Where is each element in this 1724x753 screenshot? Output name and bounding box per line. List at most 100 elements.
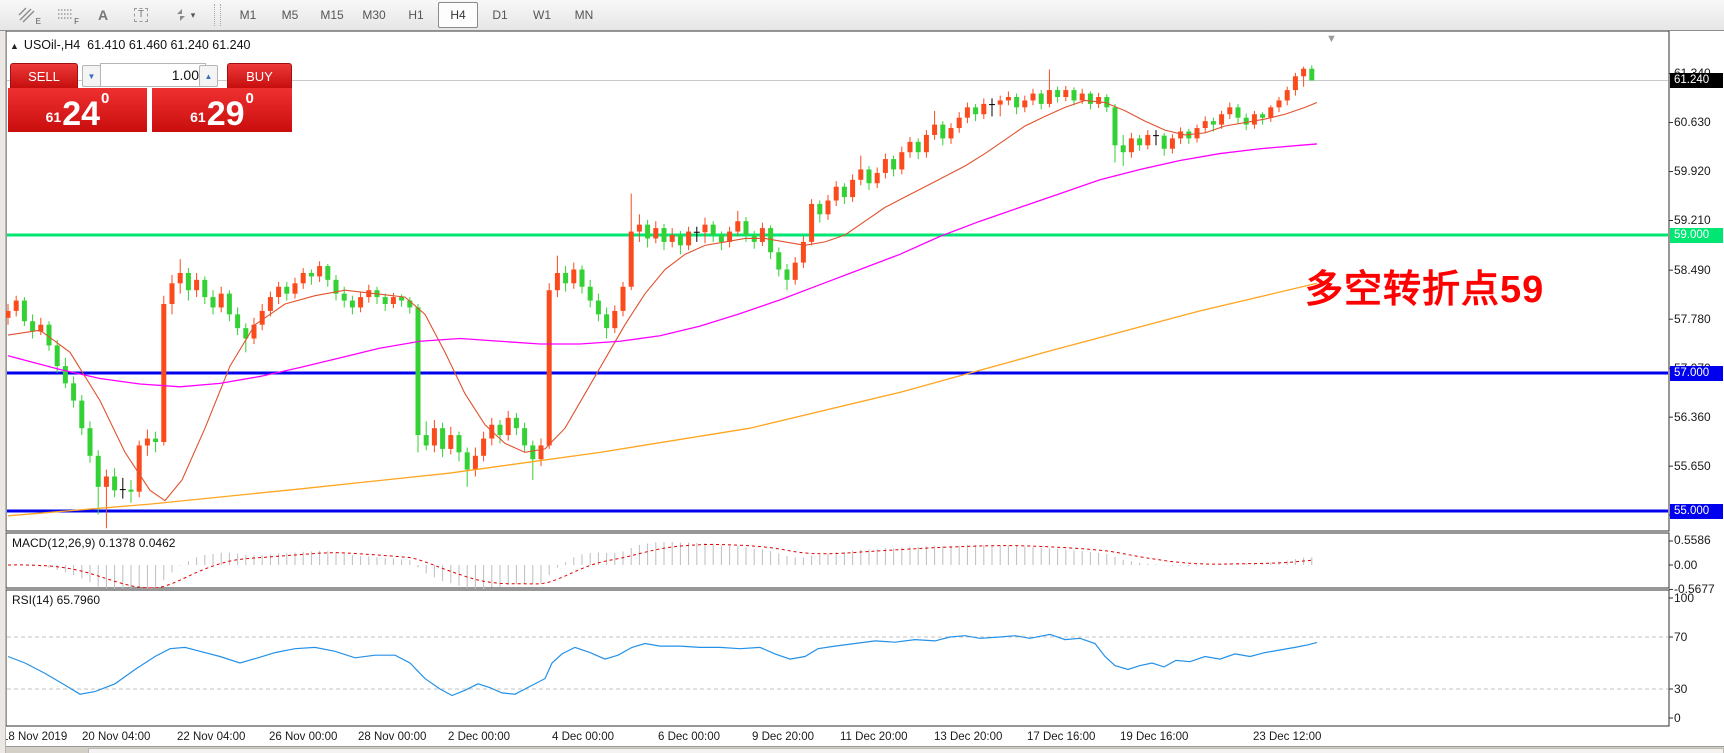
candle-body <box>79 401 84 429</box>
timeframe-button-m30[interactable]: M30 <box>354 2 394 28</box>
candle-body <box>1121 145 1126 152</box>
candle-body <box>22 301 27 322</box>
buy-quote-panel[interactable]: 61 29 0 <box>152 88 292 132</box>
candle-body <box>383 297 388 304</box>
candle-body <box>276 287 281 297</box>
candle-body <box>112 477 117 491</box>
timeframe-button-mn[interactable]: MN <box>564 2 604 28</box>
candle-body <box>637 225 642 232</box>
candle-body <box>235 314 240 328</box>
candle-body <box>6 311 11 318</box>
candle-body <box>260 311 265 325</box>
grid-tool-button[interactable]: F <box>47 2 83 28</box>
candle-body <box>104 477 109 487</box>
candle-body <box>998 100 1003 104</box>
candle-body <box>571 270 576 284</box>
buy-price-sup: 0 <box>246 90 254 107</box>
sell-quote-panel[interactable]: 61 24 0 <box>8 88 147 132</box>
candle-body <box>473 456 478 470</box>
volume-increase-button[interactable]: ▲ <box>199 65 218 87</box>
candle-body <box>293 283 298 293</box>
timeframe-button-h4[interactable]: H4 <box>438 2 478 28</box>
candle-body <box>580 270 585 287</box>
candle-body <box>399 297 404 300</box>
symbol-name: USOil-,H4 <box>24 38 80 52</box>
sell-button[interactable]: SELL <box>10 63 78 89</box>
collapse-chart-icon[interactable]: ▲ <box>10 41 19 51</box>
price-tick-label: 59.210 <box>1674 213 1711 227</box>
text-box-tool-button[interactable]: T <box>123 2 159 28</box>
candle-body <box>555 273 560 290</box>
candle-body <box>629 232 634 287</box>
candle-body <box>760 228 765 242</box>
horizontal-scrollbar[interactable] <box>88 748 1724 753</box>
one-click-trade-panel: SELL ▼ 1.00 ▲ BUY 61 24 0 61 29 0 <box>8 63 292 164</box>
candle-body <box>744 221 749 235</box>
buy-button[interactable]: BUY <box>227 63 292 89</box>
candle-body <box>924 135 929 152</box>
candle-body <box>1285 90 1290 100</box>
time-axis-label: 11 Dec 20:00 <box>840 731 908 743</box>
candle-body <box>850 180 855 197</box>
candle-body <box>965 107 970 117</box>
candle-body <box>1252 114 1257 124</box>
candle-body <box>1236 107 1241 117</box>
candle-body <box>88 428 93 456</box>
up-arrow-icon: ▲ <box>205 72 213 81</box>
time-axis-label: 22 Nov 04:00 <box>177 731 245 743</box>
candle-body <box>867 169 872 183</box>
candle-body <box>1031 94 1036 101</box>
candle-body <box>932 125 937 135</box>
candle-body <box>342 294 347 301</box>
timeframe-button-h1[interactable]: H1 <box>396 2 436 28</box>
candle-body <box>817 204 822 214</box>
candle-body <box>653 228 658 238</box>
candle-body <box>1047 90 1052 104</box>
volume-input[interactable]: 1.00 <box>100 63 206 87</box>
candle-body <box>1129 138 1134 152</box>
candle-body <box>284 287 289 294</box>
time-axis-label: 6 Dec 00:00 <box>658 731 720 743</box>
candle-body <box>842 187 847 197</box>
candle-body <box>719 235 724 242</box>
candle-body <box>686 232 691 246</box>
candle-body <box>325 266 330 280</box>
candle-body <box>1072 90 1077 100</box>
text-label-tool-button[interactable]: A <box>85 2 121 28</box>
candle-body <box>1039 94 1044 104</box>
buy-price-prefix: 61 <box>190 109 206 125</box>
candle-body <box>1244 118 1249 125</box>
candle-body <box>416 307 421 435</box>
timeframe-button-d1[interactable]: D1 <box>480 2 520 28</box>
arrows-style-tool-button[interactable]: ▾ <box>161 2 207 28</box>
timeframe-button-w1[interactable]: W1 <box>522 2 562 28</box>
macd-pane-frame <box>6 533 1669 588</box>
toolbar-separator <box>214 4 221 26</box>
candle-body <box>170 283 175 304</box>
timeframe-button-m1[interactable]: M1 <box>228 2 268 28</box>
candle-body <box>1096 97 1101 104</box>
candle-body <box>96 456 101 487</box>
candle-body <box>1260 114 1265 117</box>
draw-hatch-tool-button[interactable]: E <box>9 2 45 28</box>
volume-decrease-button[interactable]: ▼ <box>82 65 101 87</box>
timeframe-button-m15[interactable]: M15 <box>312 2 352 28</box>
candle-body <box>1309 69 1314 81</box>
candle-body <box>662 228 667 242</box>
rsi-tick-label: 100 <box>1674 591 1694 605</box>
macd-tick-label: 0.00 <box>1674 558 1697 572</box>
time-axis-label: 4 Dec 00:00 <box>552 731 614 743</box>
timeframe-button-m5[interactable]: M5 <box>270 2 310 28</box>
candle-body <box>178 273 183 283</box>
chart-shift-marker-icon[interactable]: ▼ <box>1326 33 1337 45</box>
chart-window: ▲USOil-,H4 61.410 61.460 61.240 61.240 ▼… <box>0 30 1724 753</box>
time-axis-label: 2 Dec 00:00 <box>448 731 510 743</box>
candle-body <box>940 125 945 139</box>
candle-body <box>588 287 593 301</box>
candle-body <box>432 428 437 445</box>
rsi-tick-label: 0 <box>1674 711 1681 725</box>
macd-tick-label: 0.5586 <box>1674 533 1711 547</box>
candle-body <box>506 418 511 435</box>
candle-body <box>391 297 396 304</box>
grid-icon <box>56 7 74 23</box>
